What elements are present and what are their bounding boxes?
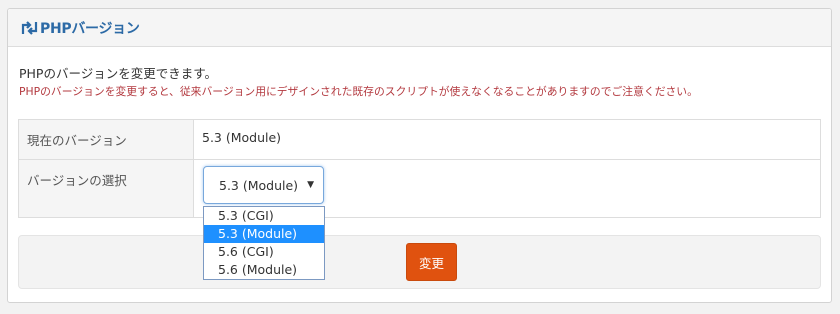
- table-row: バージョンの選択: [18, 159, 821, 218]
- chevron-down-icon: ▼: [307, 180, 314, 190]
- select-version-label: バージョンの選択: [18, 159, 194, 218]
- warning-text: PHPのバージョンを変更すると、従来バージョン用にデザインされた既存のスクリプト…: [19, 85, 698, 98]
- option-5-3-module[interactable]: 5.3 (Module): [204, 225, 324, 243]
- version-table: 現在のバージョン 5.3 (Module) バージョンの選択: [18, 119, 821, 218]
- option-5-6-module[interactable]: 5.6 (Module): [204, 261, 324, 279]
- option-5-6-cgi[interactable]: 5.6 (CGI): [204, 243, 324, 261]
- version-select[interactable]: 5.3 (Module) ▼: [203, 166, 324, 204]
- version-dropdown-list[interactable]: 5.3 (CGI) 5.3 (Module) 5.6 (CGI) 5.6 (Mo…: [203, 206, 325, 280]
- table-row: 現在のバージョン 5.3 (Module): [18, 119, 821, 160]
- php-version-panel: PHPバージョン PHPのバージョンを変更できます。 PHPのバージョンを変更す…: [7, 8, 832, 303]
- panel-header: PHPバージョン: [8, 9, 831, 47]
- version-select-value: 5.3 (Module): [219, 177, 299, 193]
- description-text: PHPのバージョンを変更できます。: [19, 66, 217, 81]
- refresh-arrows-icon: [21, 20, 38, 35]
- option-5-3-cgi[interactable]: 5.3 (CGI): [204, 207, 324, 225]
- change-button[interactable]: 変更: [406, 243, 457, 281]
- panel-title: PHPバージョン: [40, 20, 140, 37]
- current-version-value: 5.3 (Module): [193, 119, 821, 160]
- action-bar: 変更: [18, 235, 821, 289]
- current-version-label: 現在のバージョン: [18, 119, 194, 160]
